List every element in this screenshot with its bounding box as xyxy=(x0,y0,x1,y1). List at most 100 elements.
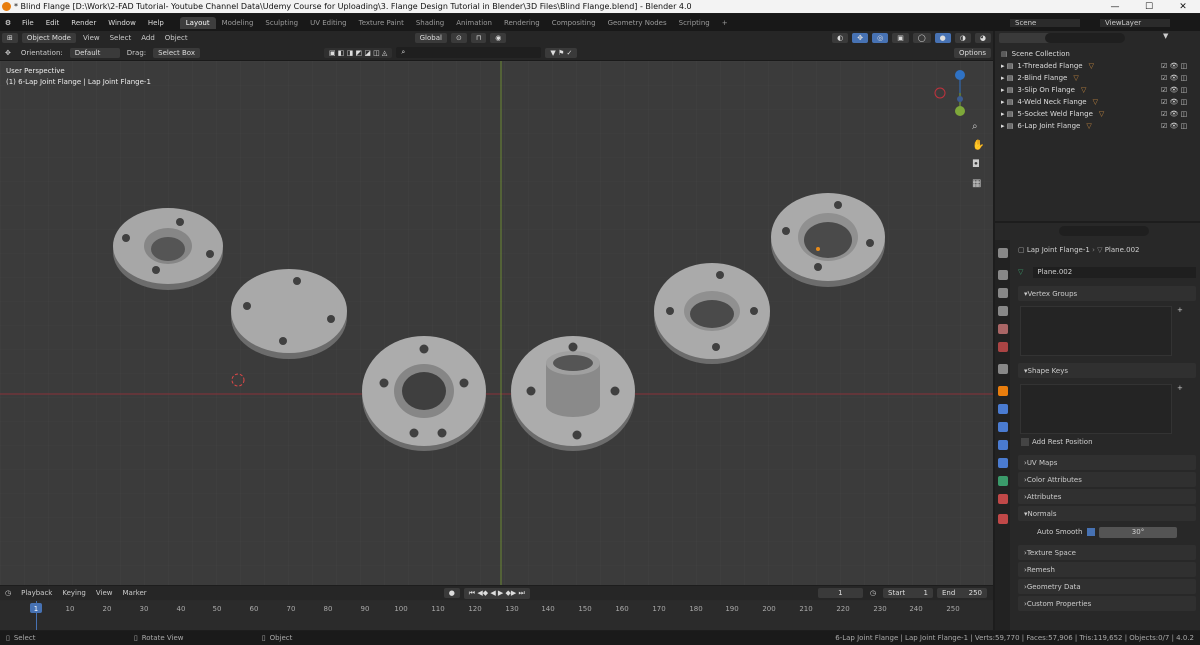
visibility-toggles[interactable]: ☑ 👁 ◫ ☑ 👁 ◫ ☑ 👁 ◫ ☑ 👁 ◫ ☑ 👁 ◫ ☑ 👁 ◫ xyxy=(1161,60,1187,132)
record-button[interactable]: ● xyxy=(443,588,460,598)
menu-keying[interactable]: Keying xyxy=(57,589,91,597)
tab-modeling[interactable]: Modeling xyxy=(216,17,260,29)
tab-uv-editing[interactable]: UV Editing xyxy=(304,17,353,29)
output-tab-icon[interactable] xyxy=(998,288,1008,298)
properties-search-input[interactable] xyxy=(1059,226,1149,236)
filter-icon[interactable]: ▼ ⚑ ✓ xyxy=(545,47,578,58)
tab-geometry-nodes[interactable]: Geometry Nodes xyxy=(602,17,673,29)
panel-attributes[interactable]: › Attributes xyxy=(1018,489,1196,504)
overlays-icon[interactable]: ◎ xyxy=(872,33,889,43)
snap-icon[interactable]: ⊓ xyxy=(470,33,487,43)
auto-smooth-checkbox[interactable] xyxy=(1087,528,1095,536)
playback-controls[interactable]: ⏮ ◀◆ ◀ ▶ ◆▶ ⏭ xyxy=(463,587,530,599)
ortho-grid-icon[interactable]: ▦ xyxy=(972,178,981,189)
menu-add[interactable]: Add xyxy=(136,34,160,42)
blender-menu-icon[interactable]: ⚙ xyxy=(0,19,16,27)
tab-layout[interactable]: Layout xyxy=(179,16,216,29)
material-tab-icon[interactable] xyxy=(998,494,1008,504)
viewport-search-icon[interactable]: ⌕ xyxy=(396,47,542,58)
transform-orientation-dropdown[interactable]: Global xyxy=(414,33,447,43)
timeline-editor-icon[interactable]: ◷ xyxy=(0,589,16,597)
particles-tab-icon[interactable] xyxy=(998,422,1008,432)
tab-texture-paint[interactable]: Texture Paint xyxy=(353,17,410,29)
physics-tab-icon[interactable] xyxy=(998,440,1008,450)
auto-smooth-angle-field[interactable]: 30° xyxy=(1099,527,1177,538)
menu-help[interactable]: Help xyxy=(142,19,170,27)
camera-icon[interactable]: ◘ xyxy=(972,159,980,170)
preview-range-icon[interactable]: ◷ xyxy=(865,589,881,597)
shape-keys-list[interactable] xyxy=(1020,384,1172,434)
render-tab-icon[interactable] xyxy=(998,270,1008,280)
solid-shading-icon[interactable]: ● xyxy=(934,33,951,43)
panel-shape-keys[interactable]: ▾ Shape Keys xyxy=(1018,363,1196,378)
tab-sculpting[interactable]: Sculpting xyxy=(259,17,304,29)
xray-icon[interactable]: ▣ xyxy=(892,33,909,43)
minimize-button[interactable]: — xyxy=(1098,2,1132,12)
pivot-icon[interactable]: ⊙ xyxy=(450,33,467,43)
rendered-shading-icon[interactable]: ◕ xyxy=(974,33,991,43)
add-rest-position-checkbox[interactable]: Add Rest Position xyxy=(1021,438,1093,446)
mesh-name-field[interactable]: Plane.002 xyxy=(1033,266,1196,278)
panel-uv-maps[interactable]: › UV Maps xyxy=(1018,455,1196,470)
end-frame-field[interactable]: End 250 xyxy=(937,588,987,598)
tab-compositing[interactable]: Compositing xyxy=(546,17,602,29)
collection-tab-icon[interactable] xyxy=(998,364,1008,374)
texture-tab-icon[interactable] xyxy=(998,514,1008,524)
panel-vertex-groups[interactable]: ▾ Vertex Groups xyxy=(1018,286,1196,301)
drag-dropdown[interactable]: Select Box xyxy=(153,47,200,58)
menu-playback[interactable]: Playback xyxy=(16,589,57,597)
editor-type-icon[interactable]: ⊞ xyxy=(2,33,18,43)
options-dropdown[interactable]: Options xyxy=(953,47,991,58)
menu-marker[interactable]: Marker xyxy=(117,589,151,597)
visibility-icon[interactable]: ◐ xyxy=(832,33,849,43)
viewport-scene[interactable] xyxy=(0,61,993,585)
3d-viewport[interactable]: User Perspective (1) 6-Lap Joint Flange … xyxy=(0,61,993,585)
panel-normals[interactable]: ▾ Normals xyxy=(1018,506,1196,521)
vertex-groups-list[interactable] xyxy=(1020,306,1172,356)
mesh-datablock-row[interactable]: ▽ Plane.002 xyxy=(1018,266,1196,278)
maximize-button[interactable]: ☐ xyxy=(1132,2,1166,12)
zoom-icon[interactable]: ⌕ xyxy=(972,121,978,132)
material-shading-icon[interactable]: ◑ xyxy=(954,33,971,43)
outliner-item[interactable]: ▸ ▤ 2-Blind Flange ▽ xyxy=(1001,72,1079,84)
panel-texture-space[interactable]: › Texture Space xyxy=(1018,545,1196,560)
menu-view[interactable]: View xyxy=(78,34,105,42)
close-button[interactable]: ✕ xyxy=(1166,2,1200,12)
menu-select[interactable]: Select xyxy=(105,34,137,42)
selectability-icons[interactable]: ▣ ◧ ◨ ◩ ◪ ◫ ◬ xyxy=(323,47,393,58)
gizmo-icon[interactable]: ✥ xyxy=(852,33,869,43)
outliner-item[interactable]: ▸ ▤ 4-Weld Neck Flange ▽ xyxy=(1001,96,1098,108)
wireframe-shading-icon[interactable]: ◯ xyxy=(912,33,931,43)
outliner-item[interactable]: ▸ ▤ 1-Threaded Flange ▽ xyxy=(1001,60,1094,72)
tool-tab-icon[interactable] xyxy=(998,248,1008,258)
menu-object[interactable]: Object xyxy=(160,34,193,42)
panel-custom-properties[interactable]: › Custom Properties xyxy=(1018,596,1196,611)
view-layer-selector[interactable]: ViewLayer xyxy=(1100,18,1170,27)
scene-selector[interactable]: Scene xyxy=(1010,18,1080,27)
menu-render[interactable]: Render xyxy=(65,19,102,27)
tab-rendering[interactable]: Rendering xyxy=(498,17,546,29)
start-frame-field[interactable]: Start 1 xyxy=(883,588,933,598)
add-vertex-group-button[interactable]: + xyxy=(1177,306,1183,314)
add-workspace-button[interactable]: + xyxy=(716,17,734,29)
world-tab-icon[interactable] xyxy=(998,342,1008,352)
menu-file[interactable]: File xyxy=(16,19,40,27)
outliner-item[interactable]: ▸ ▤ 6-Lap Joint Flange ▽ xyxy=(1001,120,1092,132)
menu-view[interactable]: View xyxy=(91,589,118,597)
current-frame-field[interactable]: 1 xyxy=(817,588,863,598)
outliner-filter-icon[interactable]: ▼ xyxy=(1163,32,1168,40)
modifier-tab-icon[interactable] xyxy=(998,404,1008,414)
scene-collection-row[interactable]: ▤ Scene Collection xyxy=(1001,48,1070,60)
object-tab-icon[interactable] xyxy=(998,386,1008,396)
view-layer-tab-icon[interactable] xyxy=(998,306,1008,316)
mode-dropdown[interactable]: Object Mode xyxy=(21,33,76,43)
constraints-tab-icon[interactable] xyxy=(998,458,1008,468)
tab-scripting[interactable]: Scripting xyxy=(673,17,716,29)
menu-edit[interactable]: Edit xyxy=(40,19,66,27)
outliner-item[interactable]: ▸ ▤ 3-Slip On Flange ▽ xyxy=(1001,84,1086,96)
panel-geometry-data[interactable]: › Geometry Data xyxy=(1018,579,1196,594)
proportional-edit-icon[interactable]: ◉ xyxy=(490,33,507,43)
data-tab-icon[interactable] xyxy=(998,476,1008,486)
outliner-search-input[interactable] xyxy=(1045,33,1125,43)
outliner-item[interactable]: ▸ ▤ 5-Socket Weld Flange ▽ xyxy=(1001,108,1104,120)
